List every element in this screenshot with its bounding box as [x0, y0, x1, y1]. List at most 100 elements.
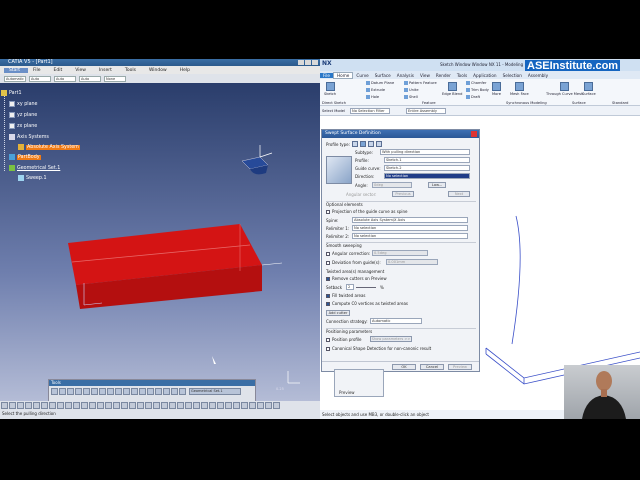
- tool-icon[interactable]: [137, 402, 144, 409]
- preview-button[interactable]: Preview: [448, 364, 472, 370]
- tab-application[interactable]: Application: [470, 73, 499, 78]
- tool-icon[interactable]: [1, 402, 8, 409]
- hole-button[interactable]: Hole: [366, 95, 379, 99]
- datum-plane-button[interactable]: Datum Plane: [366, 81, 394, 85]
- menu-tools[interactable]: Tools: [120, 68, 144, 73]
- tool-icon[interactable]: [155, 388, 162, 395]
- line-profile-icon[interactable]: [360, 141, 366, 147]
- circle-profile-icon[interactable]: [368, 141, 374, 147]
- relimiter2-field[interactable]: No selection: [352, 233, 468, 239]
- profile-field[interactable]: Sketch.1: [384, 157, 470, 163]
- maximize-icon[interactable]: [305, 60, 311, 65]
- projection-checkbox[interactable]: [326, 210, 330, 214]
- tab-surface[interactable]: Surface: [372, 73, 394, 78]
- tool-icon[interactable]: [179, 388, 186, 395]
- extrude-button[interactable]: Extrude: [366, 88, 385, 92]
- chamfer-button[interactable]: Chamfer: [466, 81, 486, 85]
- compass-icon[interactable]: [236, 143, 276, 179]
- connection-strategy-combo[interactable]: Automatic: [370, 318, 422, 324]
- tool-icon[interactable]: [241, 402, 248, 409]
- tool-icon[interactable]: [107, 388, 114, 395]
- catia-3d-viewport[interactable]: Part1 xy plane yz plane zx plane Axis Sy…: [0, 83, 320, 407]
- selection-filter-combo[interactable]: No Selection Filter: [350, 108, 390, 114]
- setback-slider[interactable]: [356, 287, 376, 288]
- previous-button[interactable]: Previous: [392, 191, 414, 197]
- tool-icon[interactable]: [273, 402, 280, 409]
- tool-icon[interactable]: [97, 402, 104, 409]
- fill-twisted-checkbox[interactable]: [326, 294, 330, 298]
- tool-icon[interactable]: [131, 388, 138, 395]
- tool-icon[interactable]: [123, 388, 130, 395]
- tool-icon[interactable]: [121, 402, 128, 409]
- deviation-checkbox[interactable]: [326, 261, 330, 265]
- tool-icon[interactable]: [193, 402, 200, 409]
- tool-icon[interactable]: [145, 402, 152, 409]
- tool-icon[interactable]: [225, 402, 232, 409]
- tool-icon[interactable]: [17, 402, 24, 409]
- tool-icon[interactable]: [41, 402, 48, 409]
- canonical-checkbox[interactable]: [326, 347, 330, 351]
- tool-icon[interactable]: [249, 402, 256, 409]
- swept-surface-dialog[interactable]: Swept Surface Definition Profile type: S…: [321, 129, 480, 372]
- show-parameters-button[interactable]: Show parameters >>: [370, 336, 412, 342]
- tool-icon[interactable]: [73, 402, 80, 409]
- tool-icon[interactable]: [209, 402, 216, 409]
- tool-icon[interactable]: [9, 402, 16, 409]
- tool-icon[interactable]: [67, 388, 74, 395]
- deviation-field[interactable]: 0.001mm: [386, 259, 438, 265]
- tab-selection[interactable]: Selection: [500, 73, 525, 78]
- tool-icon[interactable]: [89, 402, 96, 409]
- transparency-combo[interactable]: Auto: [29, 75, 51, 82]
- tool-icon[interactable]: [217, 402, 224, 409]
- spine-field[interactable]: Absolute Axis System\X Axis: [352, 217, 468, 223]
- remove-cutters-checkbox[interactable]: [326, 277, 330, 281]
- tool-icon[interactable]: [153, 402, 160, 409]
- tool-icon[interactable]: [115, 388, 122, 395]
- law-button[interactable]: Law...: [428, 182, 446, 188]
- lineweight-combo[interactable]: Auto: [79, 75, 101, 82]
- tool-icon[interactable]: [185, 402, 192, 409]
- tool-icon[interactable]: [257, 402, 264, 409]
- assembly-scope-combo[interactable]: Entire Assembly: [406, 108, 446, 114]
- cancel-button[interactable]: Cancel: [420, 364, 444, 370]
- tool-icon[interactable]: [171, 388, 178, 395]
- ok-button[interactable]: OK: [392, 364, 416, 370]
- add-cutter-button[interactable]: Add cutter: [326, 310, 350, 316]
- tool-icon[interactable]: [169, 402, 176, 409]
- tool-icon[interactable]: [81, 402, 88, 409]
- angle-field[interactable]: 0deg: [372, 182, 412, 188]
- tab-assembly[interactable]: Assembly: [525, 73, 551, 78]
- swept-surface-model[interactable]: [0, 83, 320, 383]
- tool-icon[interactable]: [65, 402, 72, 409]
- mesh-face-button[interactable]: Mesh Face: [510, 82, 529, 96]
- position-profile-checkbox[interactable]: [326, 338, 330, 342]
- tool-icon[interactable]: [105, 402, 112, 409]
- tab-analysis[interactable]: Analysis: [394, 73, 417, 78]
- sketch-button[interactable]: Sketch: [324, 82, 336, 96]
- menu-view[interactable]: View: [70, 68, 94, 73]
- close-icon[interactable]: [312, 60, 318, 65]
- trim-body-button[interactable]: Trim Body: [466, 88, 489, 92]
- preview-subpanel[interactable]: Preview: [334, 369, 384, 397]
- tool-icon[interactable]: [139, 388, 146, 395]
- angular-correction-checkbox[interactable]: [326, 252, 330, 256]
- tool-icon[interactable]: [33, 402, 40, 409]
- tab-curve[interactable]: Curve: [353, 73, 371, 78]
- tool-icon[interactable]: [163, 388, 170, 395]
- pattern-feature-button[interactable]: Pattern Feature: [404, 81, 437, 85]
- shell-button[interactable]: Shell: [404, 95, 418, 99]
- tool-icon[interactable]: [177, 402, 184, 409]
- color-combo[interactable]: Automatic: [4, 75, 26, 82]
- edge-blend-button[interactable]: Edge Blend: [442, 82, 462, 96]
- compute-c0-checkbox[interactable]: [326, 302, 330, 306]
- tab-tools[interactable]: Tools: [454, 73, 470, 78]
- tool-icon[interactable]: [99, 388, 106, 395]
- tool-icon[interactable]: [49, 402, 56, 409]
- next-button[interactable]: Next: [448, 191, 470, 197]
- draft-button[interactable]: Draft: [466, 95, 480, 99]
- tab-file[interactable]: File: [320, 72, 334, 78]
- menu-window[interactable]: Window: [144, 68, 175, 73]
- angular-correction-field[interactable]: 0.5deg: [372, 250, 428, 256]
- tool-icon[interactable]: [129, 402, 136, 409]
- guide-curve-field[interactable]: Sketch.2: [384, 165, 470, 171]
